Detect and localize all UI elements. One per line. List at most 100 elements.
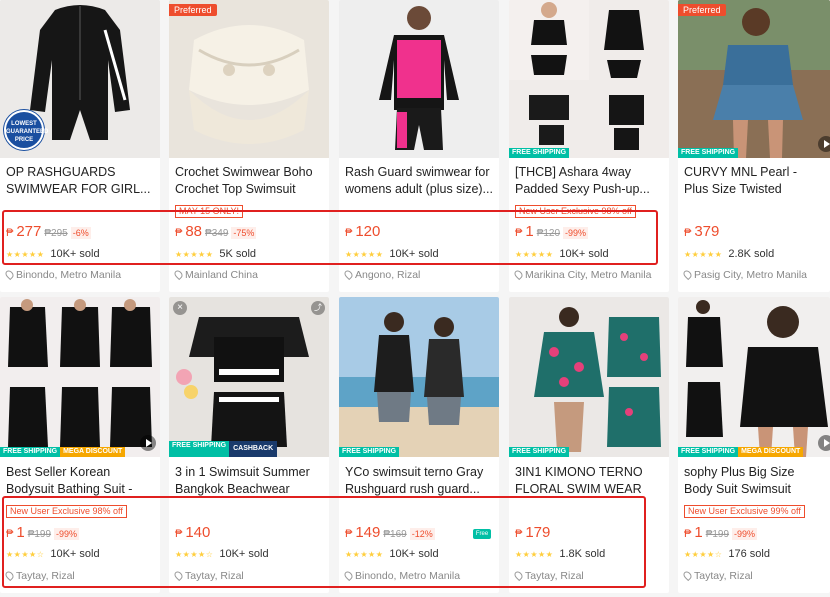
product-card-1[interactable]: Preferred Crochet Swimwear Boho Crochet … [169,0,329,292]
location: Taytay, Rizal [172,569,323,582]
badge-row: FREE SHIPPING MEGA DISCOUNT [0,447,126,457]
sold-count: 10K+ sold [219,548,269,560]
badge-row: FREE SHIPPING MEGA DISCOUNT [678,447,804,457]
play-video-icon[interactable] [818,136,830,152]
rating-line: ★★★★★ 10K+ sold [345,248,493,260]
product-image[interactable]: FREE SHIPPING [339,297,499,457]
promo-label: MAY 15 ONLY! [175,205,244,218]
badge-row: FREE SHIPPING [339,447,400,457]
play-video-icon[interactable] [140,435,156,451]
location-pin-icon [172,268,185,281]
sold-count: 10K+ sold [389,548,439,560]
product-image[interactable]: FREE SHIPPING [509,297,669,457]
star-rating-icon: ★★★★★ [175,249,214,259]
badge-row: FREE SHIPPING CASHBACK [169,441,278,457]
discount-badge: -99% [732,528,758,540]
star-rating-icon: ★★★★☆ [175,549,214,559]
location: Taytay, Rizal [512,569,663,582]
product-title[interactable]: OP RASHGUARDS SWIMWEAR FOR GIRL... [6,164,154,198]
product-card-6[interactable]: × ⤴ FREE SHIPPING CASHBACK 3 in 1 Swimsu… [169,297,329,593]
preferred-tag: Preferred [169,4,217,16]
product-title[interactable]: [THCB] Ashara 4way Padded Sexy Push-up..… [515,164,663,198]
location: Binondo, Metro Manila [3,268,154,281]
rating-line: ★★★★★ 10K+ sold [515,248,663,260]
product-image[interactable]: LOWEST GUARANTEED PRICE [0,0,160,158]
price-line: ₱ 379 [684,223,720,240]
price-line: ₱ 1 ₱120 -99% [515,223,589,240]
product-title[interactable]: Best Seller Korean Bodysuit Bathing Suit… [6,464,154,498]
mega-discount-badge: MEGA DISCOUNT [738,447,804,457]
free-shipping-badge: FREE SHIPPING [678,148,739,158]
badge-row: FREE SHIPPING [678,148,739,158]
badge-row: FREE SHIPPING [509,148,570,158]
star-rating-icon: ★★★★★ [6,249,45,259]
rating-line: ★★★★★ 1.8K sold [515,548,663,560]
product-title[interactable]: YCo swimsuit terno Gray Rushguard rush g… [345,464,493,498]
product-card-4[interactable]: Preferred FREE SHIPPING CURVY MNL Pearl … [678,0,830,292]
location: Taytay, Rizal [3,569,154,582]
star-rating-icon: ★★★★☆ [6,549,45,559]
product-image[interactable]: FREE SHIPPING MEGA DISCOUNT [678,297,830,457]
product-title[interactable]: 3 in 1 Swimsuit Summer Bangkok Beachwear [175,464,323,498]
product-image[interactable]: Preferred FREE SHIPPING [678,0,830,158]
product-card-3[interactable]: FREE SHIPPING [THCB] Ashara 4way Padded … [509,0,669,292]
product-image[interactable] [339,0,499,158]
product-image[interactable]: FREE SHIPPING [509,0,669,158]
original-price: ₱295 [44,228,68,239]
star-rating-icon: ★★★★★ [515,249,554,259]
sold-count: 5K sold [219,248,257,260]
product-card-7[interactable]: FREE SHIPPING YCo swimsuit terno Gray Ru… [339,297,499,593]
location: Angono, Rizal [342,268,493,281]
price: 379 [694,223,720,240]
star-rating-icon: ★★★★★ [345,249,384,259]
product-card-5[interactable]: FREE SHIPPING MEGA DISCOUNT Best Seller … [0,297,160,593]
product-image[interactable]: FREE SHIPPING MEGA DISCOUNT [0,297,160,457]
price: 179 [525,524,551,541]
price: 149 [355,524,381,541]
product-image[interactable]: Preferred [169,0,329,158]
location: Binondo, Metro Manila [342,569,493,582]
location: Mainland China [172,268,323,281]
location: Marikina City, Metro Manila [512,268,663,281]
location-pin-icon [512,569,525,582]
product-card-0[interactable]: LOWEST GUARANTEED PRICE OP RASHGUARDS SW… [0,0,160,292]
discount-badge: -99% [54,528,80,540]
price-line: ₱ 120 [345,223,381,240]
star-rating-icon: ★★★★★ [345,549,384,559]
sold-count: 10K+ sold [389,248,439,260]
rating-line: ★★★★★ 2.8K sold [684,248,824,260]
discount-badge: -6% [70,227,91,239]
sold-count: 10K+ sold [50,248,100,260]
close-icon[interactable]: × [173,301,187,315]
location-pin-icon [681,268,694,281]
original-price: ₱169 [383,529,407,540]
location-pin-icon [3,268,16,281]
product-title[interactable]: 3IN1 KIMONO TERNO FLORAL SWIM WEAR BY... [515,464,663,498]
play-video-icon[interactable] [818,435,830,451]
rating-line: ★★★★☆ 10K+ sold [175,548,323,560]
product-card-8[interactable]: FREE SHIPPING 3IN1 KIMONO TERNO FLORAL S… [509,297,669,593]
share-icon[interactable]: ⤴ [311,301,325,315]
sold-count: 176 sold [728,548,770,560]
sold-count: 10K+ sold [50,548,100,560]
product-title[interactable]: Rash Guard swimwear for womens adult (pl… [345,164,493,198]
rating-line: ★★★★★ 5K sold [175,248,323,260]
badge-row: FREE SHIPPING [509,447,570,457]
rating-line: ★★★★☆ 10K+ sold [6,548,154,560]
product-title[interactable]: sophy Plus Big Size Body Suit Swimsuit S… [684,464,824,498]
product-image[interactable]: × ⤴ FREE SHIPPING CASHBACK [169,297,329,457]
product-card-2[interactable]: Rash Guard swimwear for womens adult (pl… [339,0,499,292]
product-title[interactable]: CURVY MNL Pearl - Plus Size Twisted Swim… [684,164,824,198]
product-title[interactable]: Crochet Swimwear Boho Crochet Top Swimsu… [175,164,323,198]
original-price: ₱199 [705,529,730,540]
free-shipping-badge: FREE SHIPPING [509,447,570,457]
discount-badge: -99% [563,227,589,239]
price-line: ₱ 277 ₱295 -6% [6,223,91,240]
price-line: ₱ 149 ₱169 -12% [345,524,435,541]
star-rating-icon: ★★★★★ [684,249,723,259]
discount-badge: -75% [231,227,257,239]
price: 1 [525,223,534,240]
product-card-9[interactable]: FREE SHIPPING MEGA DISCOUNT sophy Plus B… [678,297,830,593]
free-shipping-badge: FREE SHIPPING [0,447,61,457]
location-pin-icon [342,569,355,582]
